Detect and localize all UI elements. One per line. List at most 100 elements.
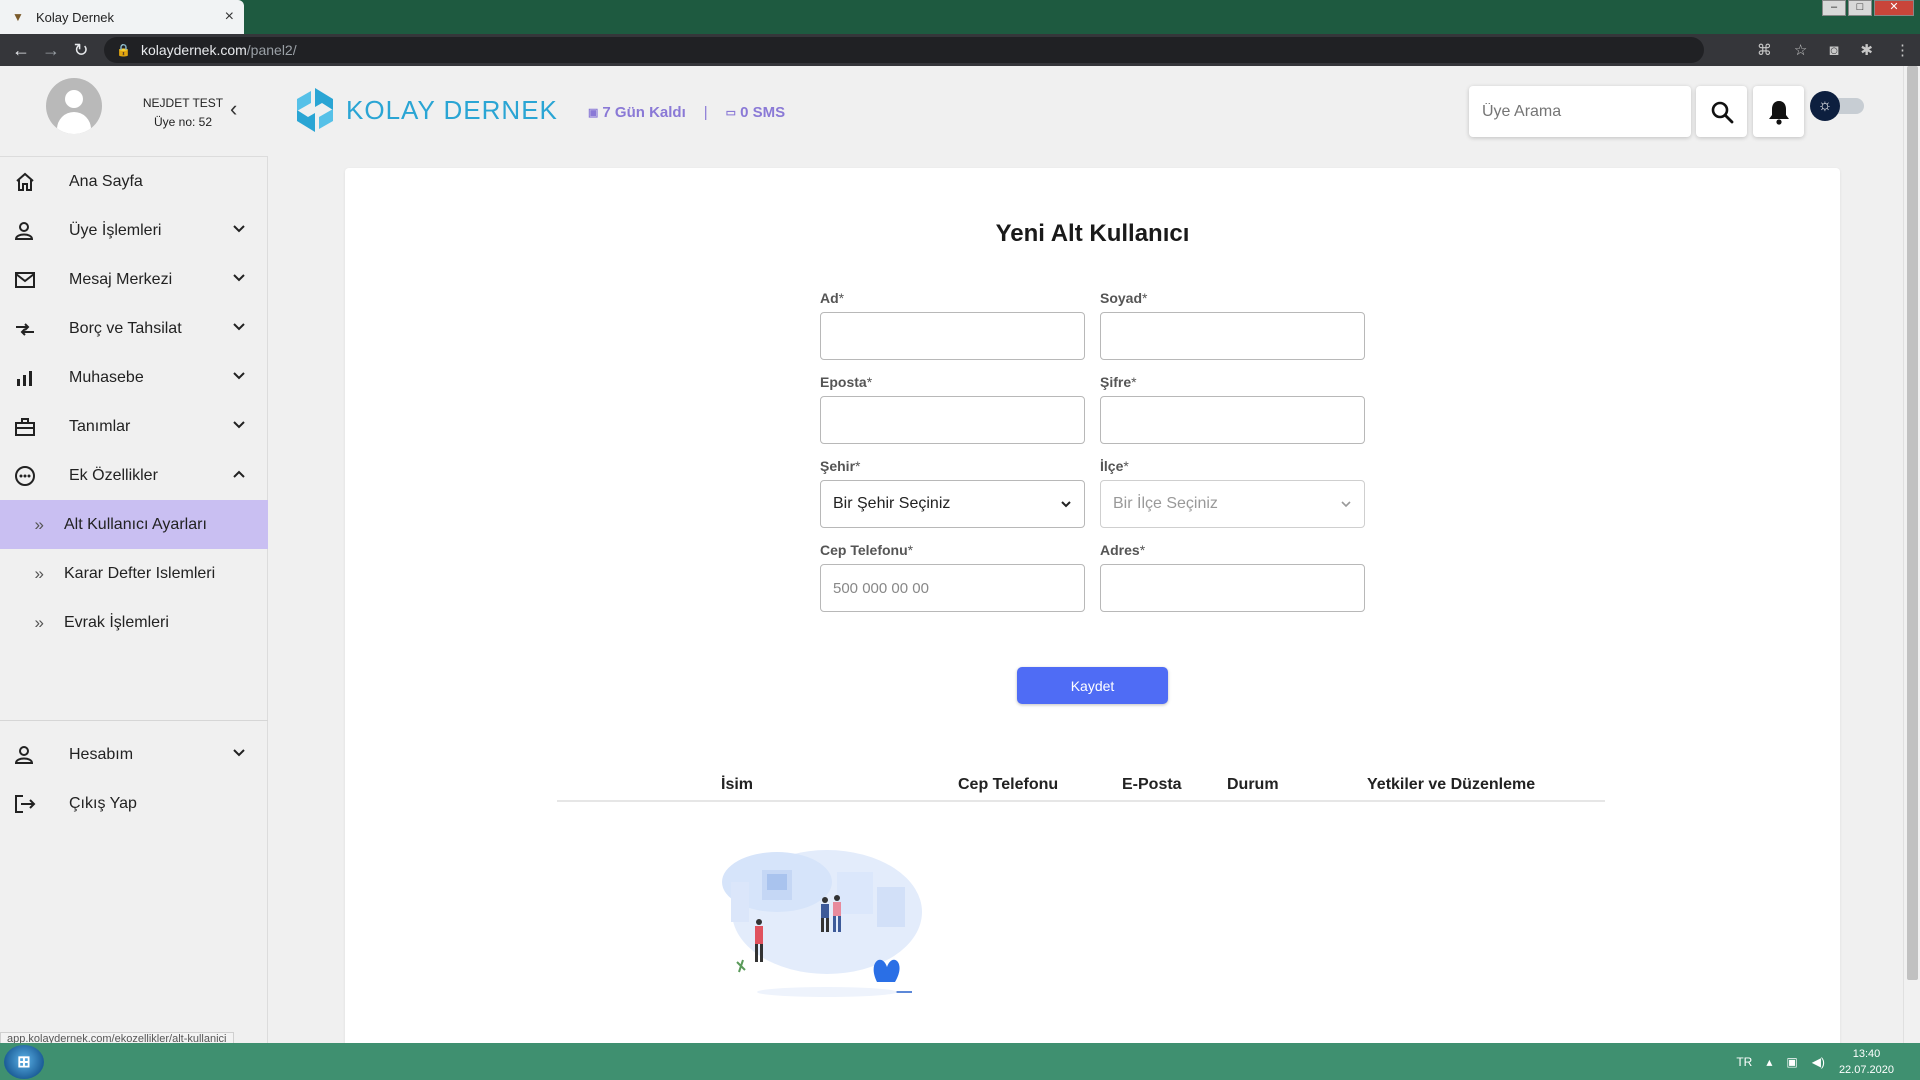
browser-menu-icon[interactable]: ⋮ <box>1895 41 1910 59</box>
sidebar-subitem-decision-book[interactable]: » Karar Defter Islemleri <box>0 549 268 598</box>
address-bar[interactable]: 🔒 kolaydernek.com /panel2/ <box>104 37 1704 63</box>
district-select-value: Bir İlçe Seçiniz <box>1113 495 1218 512</box>
sidebar-item-debt-collection[interactable]: Borç ve Tahsilat <box>0 304 268 353</box>
person-icon <box>0 221 50 241</box>
password-input[interactable] <box>1100 396 1365 444</box>
mobile-phone-input[interactable]: 500 000 00 00 <box>820 564 1085 612</box>
sidebar-subitem-label: Alt Kullanıcı Ayarları <box>64 515 207 533</box>
column-header-name[interactable]: İsim <box>721 776 753 794</box>
district-select[interactable]: Bir İlçe Seçiniz <box>1100 480 1365 528</box>
volume-icon[interactable]: ◀) <box>1812 1055 1825 1069</box>
sms-count[interactable]: 0 SMS <box>740 104 785 121</box>
chevron-down-icon <box>233 372 245 380</box>
reload-icon[interactable]: ↻ <box>66 35 96 65</box>
sidebar-item-label: Muhasebe <box>69 368 144 386</box>
sidebar-item-accounting[interactable]: Muhasebe <box>0 353 268 402</box>
city-select[interactable]: Bir Şehir Seçiniz <box>820 480 1085 528</box>
briefcase-icon <box>0 417 50 437</box>
site-favicon-icon: ▼ <box>12 10 24 24</box>
home-icon <box>0 172 50 192</box>
field-label: Cep Telefonu* <box>820 542 914 558</box>
brand-name: KOLAY DERNEK <box>346 94 558 125</box>
bookmark-star-icon[interactable]: ☆ <box>1794 41 1807 59</box>
field-label: Eposta* <box>820 374 873 390</box>
sidebar-item-label: Üye İşlemleri <box>69 221 162 239</box>
sidebar-subitem-document-operations[interactable]: » Evrak İşlemleri <box>0 598 268 647</box>
sidebar-subitem-label: Karar Defter Islemleri <box>64 564 216 582</box>
language-indicator[interactable]: TR <box>1736 1055 1752 1069</box>
network-icon[interactable]: ▣ <box>1786 1055 1797 1069</box>
camera-icon[interactable]: ◙ <box>1829 42 1838 59</box>
bell-icon <box>1768 100 1789 125</box>
days-left[interactable]: 7 Gün Kaldı <box>602 104 685 121</box>
empty-state-illustration <box>722 850 922 997</box>
field-label: Adres* <box>1100 542 1146 558</box>
column-header-mobile-phone[interactable]: Cep Telefonu <box>958 776 1058 794</box>
forward-arrow-icon[interactable]: → <box>36 35 66 65</box>
email-input[interactable] <box>820 396 1085 444</box>
sun-icon: ☼ <box>1810 91 1840 121</box>
password-field: Şifre* <box>1100 374 1365 444</box>
field-label: İlçe* <box>1100 458 1129 474</box>
first-name-input[interactable] <box>820 312 1085 360</box>
sidebar: Ana Sayfa Üye İşlemleri Mesaj Merkezi Bo… <box>0 156 268 1043</box>
sidebar-subitem-sub-user-settings[interactable]: » Alt Kullanıcı Ayarları <box>0 500 268 549</box>
system-tray: TR ▴ ▣ ◀) 13:40 22.07.2020 <box>1736 1043 1920 1080</box>
sidebar-collapse-chevron-icon[interactable]: ‹ <box>230 96 237 122</box>
scrollbar-thumb[interactable] <box>1907 66 1918 980</box>
search-button[interactable] <box>1696 86 1747 137</box>
browser-toolbar: ← → ↻ 🔒 kolaydernek.com /panel2/ ⌘ ☆ ◙ ✱… <box>0 34 1920 66</box>
sidebar-item-label: Hesabım <box>69 745 134 763</box>
sidebar-item-message-center[interactable]: Mesaj Merkezi <box>0 255 268 304</box>
tab-close-icon[interactable]: × <box>225 8 234 26</box>
member-search-input[interactable] <box>1469 86 1691 137</box>
chevron-down-icon <box>233 274 245 282</box>
system-clock[interactable]: 13:40 22.07.2020 <box>1839 1046 1894 1078</box>
field-label: Şehir* <box>820 458 861 474</box>
avatar[interactable] <box>46 78 102 134</box>
page-scrollbar[interactable] <box>1903 66 1920 1043</box>
column-header-status[interactable]: Durum <box>1227 776 1279 794</box>
last-name-input[interactable] <box>1100 312 1365 360</box>
save-button[interactable]: Kaydet <box>1017 667 1168 704</box>
column-header-permissions[interactable]: Yetkiler ve Düzenleme <box>1367 776 1535 794</box>
sidebar-divider <box>0 720 268 721</box>
translate-icon[interactable]: ⌘ <box>1757 41 1772 59</box>
user-name: NEJDET TEST <box>142 96 224 110</box>
browser-tab-bar: ▼ Kolay Dernek × – □ ✕ <box>0 0 1920 34</box>
column-header-email[interactable]: E-Posta <box>1122 776 1182 794</box>
back-arrow-icon[interactable]: ← <box>6 35 36 65</box>
main-content-card: Yeni Alt Kullanıcı Ad* Soyad* Eposta* Şi… <box>345 168 1840 1043</box>
stats-separator: | <box>703 104 708 121</box>
clock-time: 13:40 <box>1852 1047 1881 1060</box>
tray-expand-icon[interactable]: ▴ <box>1766 1055 1772 1069</box>
sidebar-item-member-operations[interactable]: Üye İşlemleri <box>0 206 268 255</box>
double-chevron-icon: » <box>34 563 44 583</box>
browser-extension-icons: ⌘ ☆ ◙ ✱ ⋮ <box>1757 34 1910 66</box>
sidebar-item-logout[interactable]: Çıkış Yap <box>0 779 268 828</box>
sidebar-item-definitions[interactable]: Tanımlar <box>0 402 268 451</box>
first-name-field: Ad* <box>820 290 1085 360</box>
windows-start-icon[interactable]: ⊞ <box>4 1045 44 1079</box>
notifications-button[interactable] <box>1753 86 1804 137</box>
field-label: Ad* <box>820 290 845 306</box>
brand-logo[interactable]: KOLAY DERNEK <box>292 86 558 134</box>
clock-date: 22.07.2020 <box>1838 1063 1894 1076</box>
theme-toggle[interactable]: ☼ <box>1810 91 1868 121</box>
browser-tab[interactable]: ▼ Kolay Dernek × <box>0 0 244 34</box>
field-label: Soyad* <box>1100 290 1148 306</box>
city-field: Şehir* Bir Şehir Seçiniz <box>820 458 1085 528</box>
extensions-puzzle-icon[interactable]: ✱ <box>1860 41 1873 59</box>
bar-chart-icon <box>0 369 50 387</box>
sidebar-item-my-account[interactable]: Hesabım <box>0 730 268 779</box>
sidebar-item-extra-features[interactable]: Ek Özellikler <box>0 451 268 500</box>
status-bar-url: app.kolaydernek.com/ekozellikler/alt-kul… <box>0 1032 234 1043</box>
maximize-window-button[interactable]: □ <box>1848 0 1872 16</box>
sidebar-item-home[interactable]: Ana Sayfa <box>0 157 268 206</box>
chevron-down-icon <box>233 749 245 757</box>
close-window-button[interactable]: ✕ <box>1874 0 1914 16</box>
sidebar-item-label: Ek Özellikler <box>69 466 158 484</box>
sidebar-subitem-label: Evrak İşlemleri <box>64 613 169 631</box>
address-input[interactable] <box>1100 564 1365 612</box>
minimize-window-button[interactable]: – <box>1822 0 1846 16</box>
